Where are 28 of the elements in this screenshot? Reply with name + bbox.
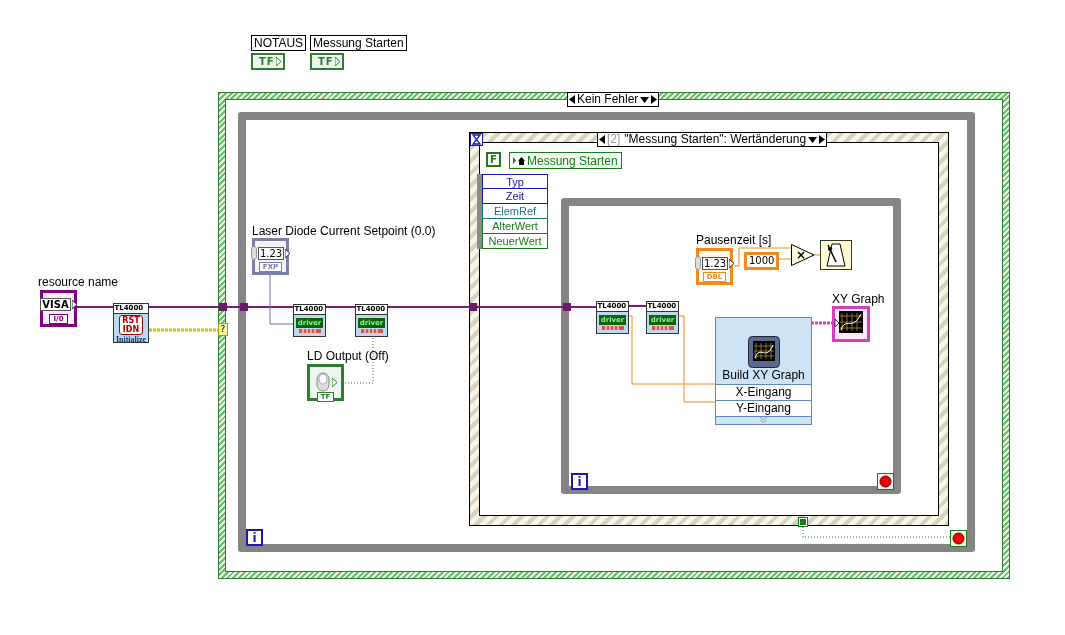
event-data-field[interactable]: Typ	[482, 174, 548, 189]
iteration-terminal: i	[571, 473, 588, 490]
error-tunnel: ?	[218, 323, 228, 336]
express-vi-node[interactable]: Build XY Graph X-Eingang Y-Eingang	[715, 317, 812, 425]
control-label: LD Output (Off)	[307, 349, 389, 363]
terminal-label: NOTAUS	[251, 35, 307, 51]
control-label: resource name	[38, 275, 119, 289]
input-terminal-row[interactable]: X-Eingang	[716, 384, 811, 400]
numeric-constant: 1000	[744, 252, 780, 270]
indicator-label: XY Graph	[832, 292, 885, 306]
input-terminal-row[interactable]: Y-Eingang	[716, 400, 811, 416]
control-label: Laser Diode Current Setpoint (0.0)	[252, 224, 436, 238]
terminal-label: Messung Starten	[310, 35, 407, 51]
multiply-node: ×	[791, 244, 815, 266]
event-data-field[interactable]: NeuerWert	[482, 234, 548, 249]
case-selector[interactable]: Kein Fehler	[567, 92, 660, 107]
reset-identify-label: RST IDN	[119, 315, 143, 335]
event-data-field[interactable]: Zeit	[482, 189, 548, 204]
boolean-terminal[interactable]: TF	[251, 53, 285, 70]
iteration-terminal: i	[246, 529, 263, 546]
boolean-constant: F	[486, 152, 501, 167]
boolean-terminal[interactable]: TF	[310, 53, 344, 70]
event-data-field[interactable]: AlterWert	[482, 219, 548, 234]
node-title: Build XY Graph	[722, 368, 805, 382]
control-label: Pausenzeit [s]	[696, 233, 772, 247]
event-data-field[interactable]: ElemRef	[482, 204, 548, 219]
event-source-reference: Messung Starten	[509, 152, 622, 169]
event-case-selector[interactable]: [2] "Messung Starten": Wertänderung	[597, 132, 828, 147]
